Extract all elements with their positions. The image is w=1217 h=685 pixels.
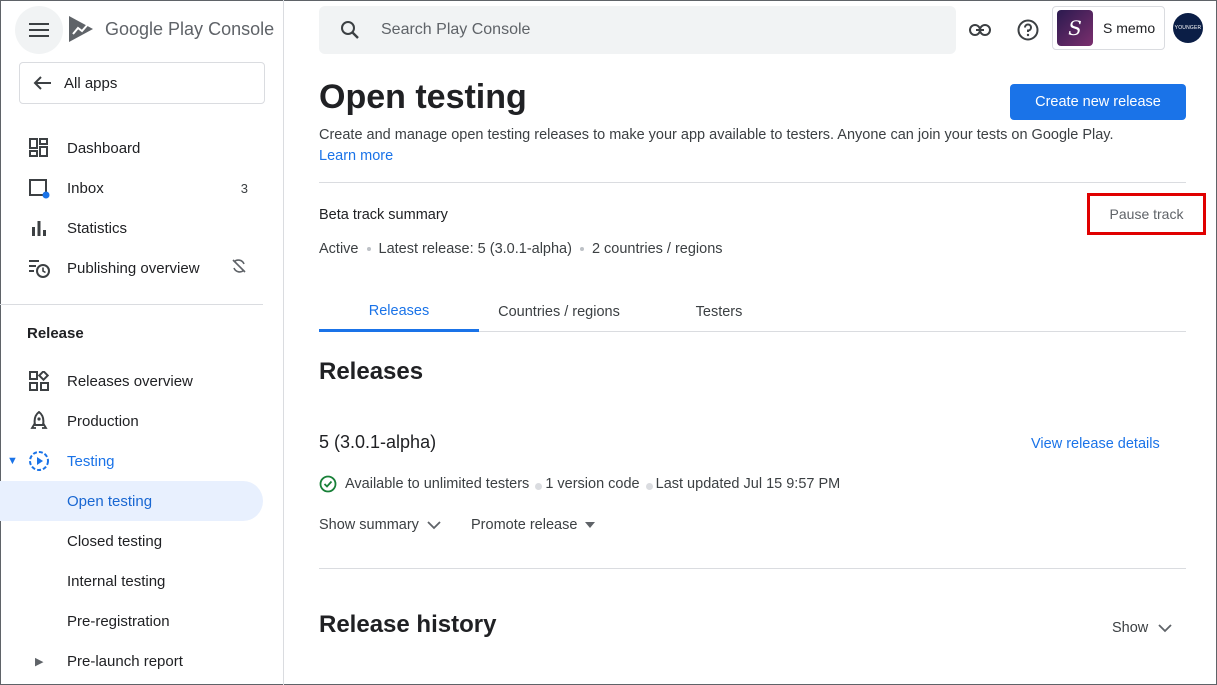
app-selector[interactable]: S S memo: [1052, 6, 1165, 50]
sidebar-item-open-testing[interactable]: Open testing: [0, 481, 263, 521]
tab-bar: Releases Countries / regions Testers: [319, 292, 1186, 332]
check-circle-icon: [319, 475, 337, 493]
releases-heading: Releases: [319, 358, 424, 385]
last-updated-text: Last updated Jul 15 9:57 PM: [655, 476, 841, 492]
show-summary-label: Show summary: [319, 517, 419, 533]
tab-countries-regions[interactable]: Countries / regions: [479, 292, 639, 332]
expand-caret-icon: ▶: [35, 655, 44, 668]
tab-testers[interactable]: Testers: [639, 292, 799, 332]
show-label: Show: [1112, 620, 1149, 636]
sidebar-item-publishing-overview[interactable]: Publishing overview: [0, 248, 284, 288]
testing-icon: [28, 450, 50, 472]
view-release-details-link[interactable]: View release details: [1031, 436, 1160, 452]
link-icon[interactable]: [968, 18, 992, 42]
releases-overview-icon: [28, 370, 50, 392]
menu-button[interactable]: [15, 6, 63, 54]
release-history-show-toggle[interactable]: Show: [1112, 620, 1172, 636]
promote-release-dropdown[interactable]: Promote release: [471, 517, 596, 533]
avatar[interactable]: YOUNGER: [1173, 13, 1203, 43]
sidebar-item-label: Internal testing: [67, 572, 166, 590]
sidebar-item-releases-overview[interactable]: Releases overview: [0, 361, 284, 401]
status-text: Active: [319, 241, 359, 257]
sidebar-item-inbox[interactable]: Inbox 3: [0, 168, 284, 208]
sidebar-item-internal-testing[interactable]: Internal testing: [0, 561, 284, 601]
create-new-release-button[interactable]: Create new release: [1010, 84, 1186, 120]
separator-dot: [535, 482, 543, 490]
search-icon: [319, 20, 381, 40]
sidebar-item-label: Testing: [67, 452, 115, 470]
hamburger-icon: [29, 23, 49, 37]
page-title: Open testing: [319, 78, 527, 116]
arrow-back-icon: [20, 75, 64, 91]
inbox-icon: [28, 177, 50, 199]
sidebar-item-statistics[interactable]: Statistics: [0, 208, 284, 248]
all-apps-button[interactable]: All apps: [19, 62, 265, 104]
sidebar-item-label: Closed testing: [67, 532, 163, 550]
separator-dot: [645, 482, 653, 490]
sidebar-item-label: Statistics: [67, 219, 128, 237]
expand-caret-icon: ▼: [7, 455, 18, 467]
search-input[interactable]: [381, 21, 881, 39]
track-summary-title: Beta track summary: [319, 207, 448, 223]
release-history-heading: Release history: [319, 611, 497, 638]
sidebar-item-production[interactable]: Production: [0, 401, 284, 441]
separator-dot: [579, 247, 584, 251]
version-code-text: 1 version code: [545, 476, 640, 492]
separator-dot: [366, 247, 371, 251]
brand-logo[interactable]: Google Play Console: [67, 14, 274, 44]
sidebar-item-dashboard[interactable]: Dashboard: [0, 128, 284, 168]
sync-disabled-icon: [231, 258, 247, 278]
promote-release-label: Promote release: [471, 517, 578, 533]
tab-releases[interactable]: Releases: [319, 292, 479, 332]
sidebar-item-closed-testing[interactable]: Closed testing: [0, 521, 284, 561]
sidebar: Google Play Console All apps Dashboard I…: [0, 0, 284, 685]
help-icon[interactable]: [1016, 18, 1040, 42]
sidebar-item-testing[interactable]: ▼ Testing: [0, 441, 284, 481]
release-meta: Available to unlimited testers 1 version…: [319, 475, 840, 493]
inbox-count-badge: 3: [240, 180, 248, 196]
show-summary-dropdown[interactable]: Show summary: [319, 517, 441, 533]
page-description: Create and manage open testing releases …: [319, 127, 1114, 143]
sidebar-item-label: Inbox: [67, 179, 104, 197]
arrow-drop-down-icon: [585, 522, 596, 528]
sidebar-item-label: Production: [67, 412, 139, 430]
sidebar-item-label: Open testing: [67, 492, 153, 510]
sidebar-item-label: Pre-launch report: [67, 652, 183, 670]
brand-google: Google Play: [105, 18, 204, 39]
track-status-line: Active Latest release: 5 (3.0.1-alpha) 2…: [319, 241, 723, 257]
chevron-down-icon: [1158, 623, 1172, 632]
play-console-logo-icon: [69, 16, 93, 42]
rocket-icon: [28, 410, 50, 432]
sidebar-divider: [0, 304, 263, 305]
dashboard-icon: [28, 137, 50, 159]
sidebar-item-pre-registration[interactable]: Pre-registration: [0, 601, 284, 641]
bar-chart-icon: [28, 217, 50, 239]
app-thumbnail: S: [1057, 10, 1093, 46]
divider: [319, 568, 1186, 569]
sidebar-item-label: Releases overview: [67, 372, 193, 390]
app-name: S memo: [1103, 20, 1156, 36]
learn-more-link[interactable]: Learn more: [319, 148, 393, 164]
sidebar-item-label: Pre-registration: [67, 612, 170, 630]
search-bar[interactable]: [319, 6, 956, 54]
release-name: 5 (3.0.1-alpha): [319, 432, 437, 452]
section-label-release: Release: [27, 325, 84, 342]
latest-release-text: Latest release: 5 (3.0.1-alpha): [378, 241, 572, 257]
publishing-schedule-icon: [28, 257, 50, 279]
divider: [319, 182, 1186, 183]
chevron-down-icon: [427, 520, 441, 529]
sidebar-item-label: Dashboard: [67, 139, 141, 157]
countries-text: 2 countries / regions: [591, 241, 723, 257]
sidebar-item-label: Publishing overview: [67, 259, 200, 277]
pause-track-button[interactable]: Pause track: [1087, 193, 1206, 235]
all-apps-label: All apps: [64, 74, 118, 92]
sidebar-item-pre-launch-report[interactable]: ▶ Pre-launch report: [0, 641, 284, 681]
brand-console: Console: [208, 18, 275, 39]
availability-text: Available to unlimited testers: [345, 476, 530, 492]
